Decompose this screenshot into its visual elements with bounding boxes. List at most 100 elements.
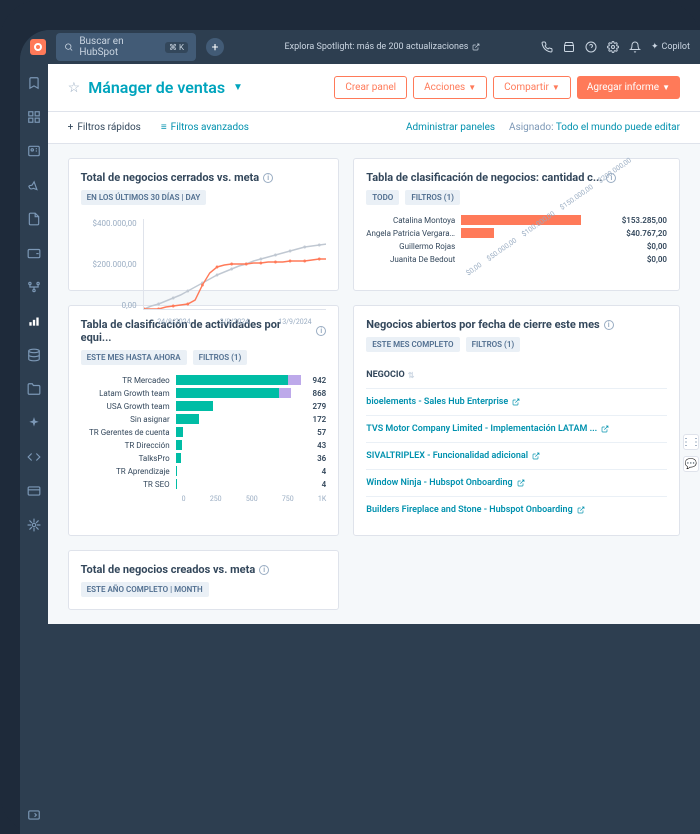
bell-icon[interactable] [629, 41, 641, 53]
deal-item[interactable]: SIVALTRIPLEX - Funcionalidad adicional [366, 442, 667, 469]
create-button[interactable]: + [206, 38, 224, 56]
line-chart: $400.000,00 $200.000,00 0,00 [81, 219, 327, 326]
assigned-value[interactable]: Todo el mundo puede editar [556, 122, 680, 133]
float-toolbar: ⋮⋮ 💬 [682, 434, 700, 472]
hbar-label: TR SEO [81, 480, 176, 489]
megaphone-icon[interactable] [27, 178, 41, 192]
reports-icon[interactable] [27, 314, 41, 328]
sparkle-icon[interactable] [27, 416, 41, 430]
hbar-label: TalksPro [81, 454, 176, 463]
page-title[interactable]: Mánager de ventas [88, 78, 225, 97]
info-icon[interactable]: i [604, 320, 614, 330]
hbar-value: 36 [317, 454, 326, 463]
help-icon[interactable] [585, 41, 597, 53]
hbar-label: TR Aprendizaje [81, 467, 176, 476]
phone-icon[interactable] [541, 41, 553, 53]
gear-icon[interactable] [27, 518, 41, 532]
hbar-row: Sin asignar 172 [81, 414, 327, 424]
deal-item[interactable]: Builders Fireplace and Stone - Hubspot O… [366, 496, 667, 523]
collapse-icon[interactable] [27, 808, 41, 822]
hbar-value: 4 [322, 480, 327, 489]
global-search[interactable]: Buscar en HubSpot ⌘K [56, 33, 196, 61]
filter-tag[interactable]: FILTROS (1) [405, 190, 460, 205]
contact-icon[interactable] [27, 144, 41, 158]
hbar-value: 942 [313, 376, 327, 385]
filter-tag[interactable]: ESTE MES HASTA AHORA [81, 350, 187, 365]
hbar-label: Angela Patricia Vergara... [366, 229, 461, 238]
drag-handle-icon[interactable]: ⋮⋮ [683, 434, 699, 450]
code-icon[interactable] [27, 450, 41, 464]
external-link-icon [601, 425, 609, 433]
wallet-icon[interactable] [27, 246, 41, 260]
hbar-label: Sin asignar [81, 415, 176, 424]
hbar-chart-activities: TR Mercadeo942 Latam Growth team 868 USA Gr… [81, 375, 327, 503]
hbar-value: 279 [313, 402, 327, 411]
star-icon[interactable]: ☆ [68, 80, 81, 96]
share-button[interactable]: Compartir▼ [493, 76, 571, 99]
hbar-chart-deals: Catalina Montoya $153.285,00 Angela Patric… [366, 215, 667, 278]
add-report-button[interactable]: Agregar informe▼ [577, 76, 680, 99]
card-closed-vs-goal: Total de negocios cerrados vs. metai EN … [68, 158, 340, 291]
hbar-value: $40.767,20 [626, 229, 667, 238]
deal-list: NEGOCIO⇅ bioelements - Sales Hub Enterpr… [366, 362, 667, 523]
table-header[interactable]: NEGOCIO⇅ [366, 362, 667, 388]
hbar-value: 868 [313, 389, 327, 398]
card-icon[interactable] [27, 484, 41, 498]
external-link-icon [517, 479, 525, 487]
assigned-label: Asignado: [509, 122, 553, 133]
workflow-icon[interactable] [27, 280, 41, 294]
hbar-row: Juanita De Bedout$0,00 [366, 254, 667, 264]
settings-icon[interactable] [607, 41, 619, 53]
create-panel-button[interactable]: Crear panel [334, 76, 407, 99]
hbar-label: Juanita De Bedout [366, 255, 461, 264]
hbar-label: Latam Growth team [81, 389, 176, 398]
marketplace-icon[interactable] [563, 41, 575, 53]
sort-icon: ⇅ [408, 371, 415, 380]
hbar-row: Catalina Montoya $153.285,00 [366, 215, 667, 225]
actions-button[interactable]: Acciones▼ [413, 76, 487, 99]
hbar-value: $153.285,00 [622, 216, 667, 225]
hbar-label: USA Growth team [81, 402, 176, 411]
database-icon[interactable] [27, 348, 41, 362]
filter-tag[interactable]: FILTROS (1) [466, 337, 521, 352]
filter-tag[interactable]: ESTE MES COMPLETO [366, 337, 459, 352]
document-icon[interactable] [27, 212, 41, 226]
chevron-down-icon[interactable]: ▼ [233, 82, 243, 93]
card-open-deals: Negocios abiertos por fecha de cierre es… [353, 305, 680, 536]
manage-panels-link[interactable]: Administrar paneles [406, 122, 495, 133]
filter-bar: +Filtros rápidos ≡Filtros avanzados Admi… [48, 112, 700, 144]
top-nav: Buscar en HubSpot ⌘K + Explora Spotlight… [20, 30, 700, 64]
advanced-filters[interactable]: ≡Filtros avanzados [161, 122, 249, 133]
hbar-value: 43 [317, 441, 326, 450]
hbar-row: TR SEO 4 [81, 479, 327, 489]
deal-item[interactable]: bioelements - Sales Hub Enterprise [366, 388, 667, 415]
folder-icon[interactable] [27, 382, 41, 396]
info-icon[interactable]: i [263, 173, 273, 183]
quick-filters[interactable]: +Filtros rápidos [68, 122, 141, 133]
deal-item[interactable]: Window Ninja - Hubspot Onboarding [366, 469, 667, 496]
info-icon[interactable]: i [259, 565, 269, 575]
filter-tag[interactable]: EN LOS ÚLTIMOS 30 DÍAS | DAY [81, 190, 207, 205]
card-activities: Tabla de clasificación de actividades po… [68, 305, 340, 536]
copilot-button[interactable]: ✦Copilot [651, 42, 690, 52]
hbar-row: USA Growth team 279 [81, 401, 327, 411]
hbar-row: TR Mercadeo942 [81, 375, 327, 385]
hbar-row: TR Aprendizaje4 [81, 466, 327, 476]
left-sidebar [20, 64, 48, 834]
bookmark-icon[interactable] [27, 76, 41, 90]
spotlight-link[interactable]: Explora Spotlight: más de 200 actualizac… [234, 42, 531, 52]
hbar-value: 172 [313, 415, 327, 424]
search-placeholder: Buscar en HubSpot [79, 36, 159, 58]
dashboard-grid: Total de negocios cerrados vs. metai EN … [48, 144, 700, 624]
filter-tag[interactable]: ESTE AÑO COMPLETO | MONTH [81, 582, 209, 597]
external-link-icon [577, 506, 585, 514]
chat-icon[interactable]: 💬 [683, 456, 699, 472]
hbar-label: Catalina Montoya [366, 216, 461, 225]
card-created-vs-goal: Total de negocios creados vs. metai ESTE… [68, 550, 340, 610]
filter-tag[interactable]: FILTROS (1) [193, 350, 248, 365]
deal-item[interactable]: TVS Motor Company Limited - Implementaci… [366, 415, 667, 442]
info-icon[interactable]: i [316, 326, 326, 336]
hubspot-logo[interactable] [30, 39, 46, 55]
grid-icon[interactable] [27, 110, 41, 124]
filter-tag[interactable]: TODO [366, 190, 399, 205]
